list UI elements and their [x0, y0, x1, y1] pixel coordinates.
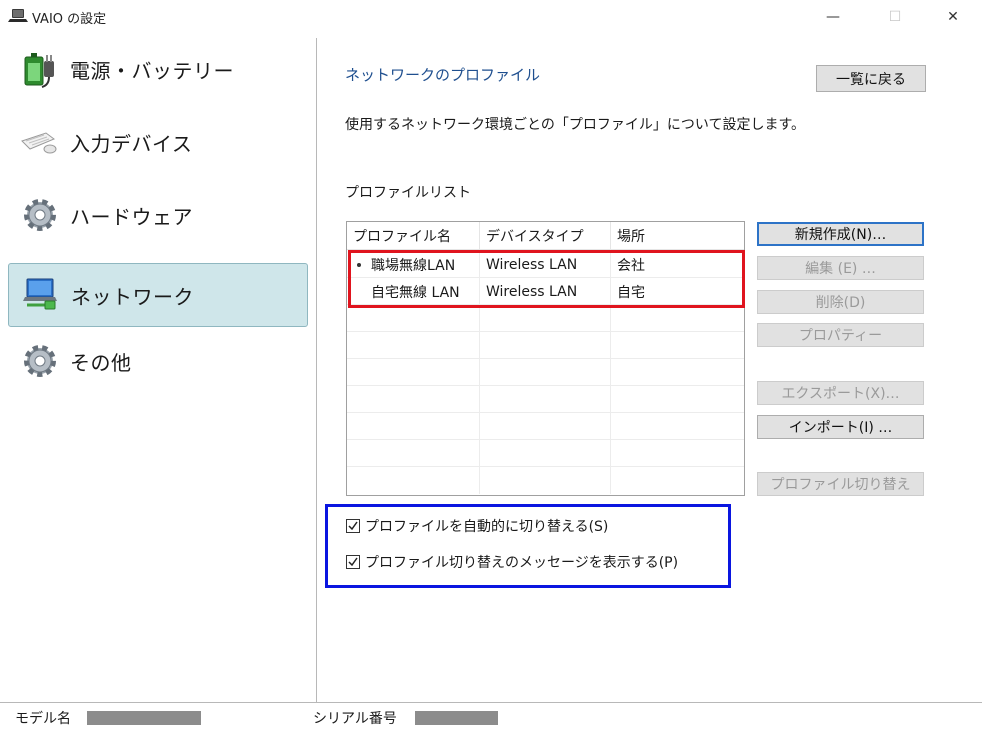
auto-switch-checkbox[interactable]	[346, 519, 360, 533]
close-button[interactable]: ✕	[930, 0, 976, 34]
title-bar: VAIO の設定 — ☐ ✕	[0, 0, 982, 34]
auto-switch-label: プロファイルを自動的に切り替える(S)	[365, 519, 609, 535]
network-computer-icon	[19, 273, 63, 317]
sidebar-item-network[interactable]: ネットワーク	[8, 263, 308, 327]
column-header-device-type[interactable]: デバイスタイプ	[480, 222, 611, 250]
show-message-label: プロファイル切り替えのメッセージを表示する(P)	[365, 555, 679, 571]
model-name-label: モデル名	[15, 711, 71, 727]
empty-row	[347, 386, 744, 413]
sidebar-item-label: ネットワーク	[71, 284, 194, 309]
sidebar-item-label: ハードウェア	[70, 204, 193, 229]
serial-number-redacted	[415, 711, 498, 725]
properties-button[interactable]: プロパティー	[757, 323, 924, 347]
sidebar: 電源・バッテリー 入力デバイス ハードウェア ネットワーク その他	[0, 34, 316, 702]
back-to-list-button[interactable]: 一覧に戻る	[816, 65, 926, 92]
table-header: プロファイル名 デバイスタイプ 場所	[347, 222, 744, 250]
page-description: 使用するネットワーク環境ごとの「プロファイル」について設定します。	[345, 117, 806, 133]
empty-row	[347, 413, 744, 440]
maximize-icon: ☐	[888, 9, 902, 25]
sidebar-item-label: その他	[70, 350, 132, 375]
gear-icon	[18, 339, 62, 383]
profile-rows-highlight	[348, 250, 745, 308]
delete-profile-button[interactable]: 削除(D)	[757, 290, 924, 314]
empty-row	[347, 305, 744, 332]
auto-switch-checkbox-row[interactable]: プロファイルを自動的に切り替える(S)	[346, 515, 608, 537]
keyboard-mouse-icon	[18, 120, 62, 164]
sidebar-item-label: 電源・バッテリー	[70, 58, 234, 83]
minimize-icon: —	[826, 9, 840, 25]
check-icon	[348, 557, 358, 567]
maximize-button[interactable]: ☐	[872, 0, 918, 34]
edit-profile-button[interactable]: 編集 (E) …	[757, 256, 924, 280]
import-button[interactable]: インポート(I) …	[757, 415, 924, 439]
gear-icon	[18, 193, 62, 237]
vaio-app-icon	[8, 7, 30, 25]
export-button[interactable]: エクスポート(X)…	[757, 381, 924, 405]
sidebar-item-label: 入力デバイス	[70, 131, 193, 156]
empty-row	[347, 332, 744, 359]
close-icon: ✕	[947, 9, 959, 25]
status-divider	[0, 702, 982, 703]
battery-plug-icon	[18, 47, 62, 91]
sidebar-item-other[interactable]: その他	[8, 329, 308, 393]
page-title: ネットワークのプロファイル	[345, 66, 541, 84]
column-header-profile-name[interactable]: プロファイル名	[347, 222, 480, 250]
sidebar-divider	[316, 38, 317, 702]
new-profile-button[interactable]: 新規作成(N)…	[757, 222, 924, 246]
sidebar-item-hardware[interactable]: ハードウェア	[8, 183, 308, 247]
show-message-checkbox-row[interactable]: プロファイル切り替えのメッセージを表示する(P)	[346, 551, 678, 573]
column-header-location[interactable]: 場所	[611, 222, 744, 250]
check-icon	[348, 521, 358, 531]
profile-list-label: プロファイルリスト	[345, 185, 471, 201]
show-message-checkbox[interactable]	[346, 555, 360, 569]
model-name-redacted	[87, 711, 201, 725]
empty-row	[347, 440, 744, 467]
window-title: VAIO の設定	[32, 12, 107, 27]
sidebar-item-power-battery[interactable]: 電源・バッテリー	[8, 37, 308, 101]
sidebar-item-input-devices[interactable]: 入力デバイス	[8, 110, 308, 174]
minimize-button[interactable]: —	[810, 0, 856, 34]
empty-row	[347, 467, 744, 494]
serial-number-label: シリアル番号	[313, 711, 397, 727]
empty-row	[347, 359, 744, 386]
switch-profile-button[interactable]: プロファイル切り替え	[757, 472, 924, 496]
